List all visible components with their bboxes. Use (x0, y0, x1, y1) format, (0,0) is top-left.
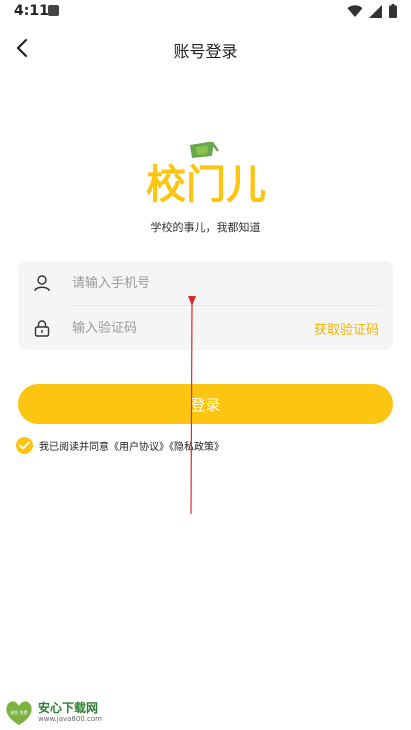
app-logo: 校门儿 (146, 142, 266, 206)
watermark-logo: 绿色 免费 (6, 701, 32, 725)
agreement-prefix: 我已阅读并同意 (39, 442, 109, 453)
code-row: 获取验证码 (18, 306, 393, 350)
status-bar: 4:11 (0, 0, 411, 24)
status-icons (347, 4, 397, 18)
logo-text: 校门儿 (146, 162, 266, 206)
check-icon (19, 441, 30, 450)
watermark-url: www.java800.com (38, 715, 102, 723)
user-icon (20, 274, 64, 292)
notification-icon (48, 5, 59, 16)
swipe-up-arrow (188, 296, 196, 515)
status-time: 4:11 (14, 3, 49, 19)
page-title: 账号登录 (173, 42, 238, 61)
get-code-button[interactable]: 获取验证码 (314, 319, 379, 338)
agreement-checkbox[interactable] (16, 437, 33, 454)
signal-icon (369, 4, 382, 18)
watermark: 绿色 免费 安心下载网 www.java800.com (4, 700, 102, 726)
user-agreement-link[interactable]: 《用户协议》 (109, 442, 169, 453)
phone-row (18, 261, 393, 305)
battery-icon (389, 4, 397, 18)
login-button[interactable]: 登录 (18, 384, 393, 424)
header: 账号登录 (0, 28, 411, 68)
slogan: 学校的事儿，我都知道 (150, 221, 261, 234)
phone-input[interactable] (72, 275, 393, 291)
login-form: 获取验证码 (18, 261, 393, 350)
lock-icon (20, 319, 64, 337)
watermark-text: 安心下载网 www.java800.com (38, 702, 102, 724)
logo-hat-icon (190, 142, 220, 158)
wifi-icon (347, 4, 363, 17)
watermark-badge-text: 绿色 免费 (10, 709, 27, 715)
watermark-title: 安心下载网 (38, 701, 99, 715)
